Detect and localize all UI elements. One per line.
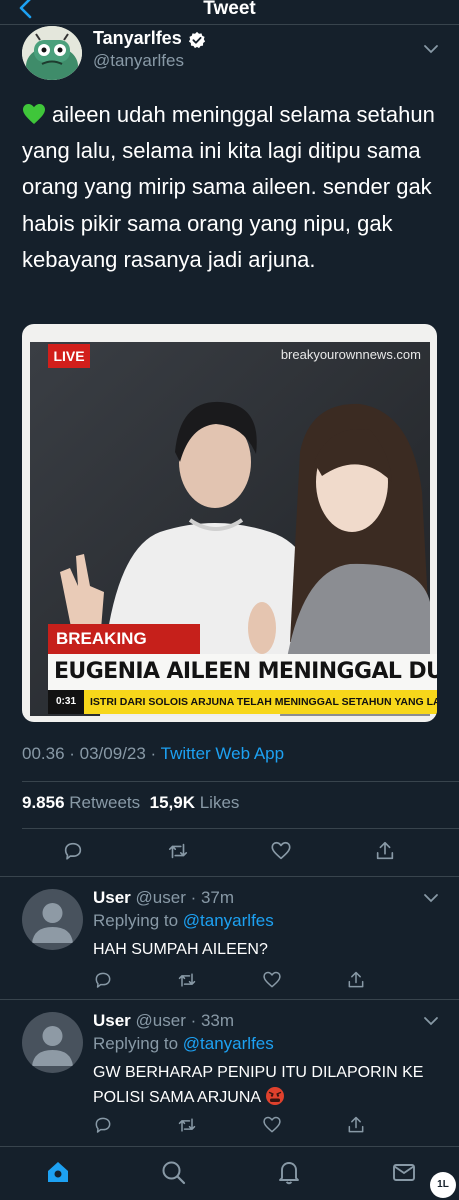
like-count[interactable]: 15,9K: [150, 793, 195, 812]
ticker-time: 0:31: [48, 690, 84, 714]
reply-icon[interactable]: [93, 970, 113, 990]
replying-prefix: Replying to: [93, 911, 179, 930]
tweet-time: 00.36 · 03/09/23 ·: [22, 744, 161, 763]
reply-handle-time: @user · 37m: [135, 888, 235, 907]
reply-avatar[interactable]: [22, 1012, 83, 1073]
news-headline: EUGENIA AILEEN MENINGGAL DUNIA: [48, 654, 437, 690]
retweet-label[interactable]: Retweets: [69, 793, 140, 812]
chevron-down-icon[interactable]: [423, 893, 439, 903]
replying-to-link[interactable]: @tanyarlfes: [183, 1034, 274, 1053]
angry-face-emoji: [265, 1087, 284, 1105]
verified-icon: [188, 31, 206, 49]
watermark-badge: 1L: [430, 1172, 456, 1198]
author-handle[interactable]: @tanyarlfes: [93, 51, 184, 71]
replying-to: Replying to @tanyarlfes: [93, 1034, 274, 1054]
reply-header: User @user · 37m: [93, 888, 234, 908]
replying-to-link[interactable]: @tanyarlfes: [183, 911, 274, 930]
reply-icon[interactable]: [62, 840, 84, 862]
search-icon[interactable]: [160, 1159, 186, 1185]
avatar-image: [22, 26, 82, 80]
reply-text-container: GW BERHARAP PENIPU ITU DILAPORIN KE POLI…: [93, 1060, 433, 1110]
bottom-tab-bar: [0, 1146, 459, 1200]
divider: [0, 24, 459, 25]
green-heart-emoji: [23, 104, 45, 124]
breaking-news-label: BREAKING NEWS: [48, 624, 200, 678]
replying-prefix: Replying to: [93, 1034, 179, 1053]
reply-handle-time: @user · 33m: [135, 1011, 235, 1030]
retweet-icon[interactable]: [177, 1115, 197, 1135]
tweet-text: aileen udah meninggal selama setahun yan…: [22, 102, 435, 272]
tweet-timestamp: 00.36 · 03/09/23 · Twitter Web App: [22, 744, 284, 764]
chevron-down-icon[interactable]: [423, 1016, 439, 1026]
home-icon[interactable]: [45, 1159, 71, 1185]
reply-author-name[interactable]: User: [93, 888, 131, 907]
top-bar: Tweet: [0, 0, 459, 24]
like-icon[interactable]: [262, 1115, 282, 1135]
tweet-body: aileen udah meninggal selama setahun yan…: [22, 97, 442, 278]
source-app-link[interactable]: Twitter Web App: [161, 744, 284, 763]
replying-to: Replying to @tanyarlfes: [93, 911, 274, 931]
notifications-icon[interactable]: [276, 1159, 302, 1185]
divider: [22, 781, 459, 782]
tweet-stats: 9.856 Retweets 15,9K Likes: [22, 793, 239, 813]
news-ticker: ISTRI DARI SOLOIS ARJUNA TELAH MENINGGAL…: [84, 690, 437, 714]
page-title: Tweet: [203, 0, 256, 19]
tweet-media-image[interactable]: LIVE breakyourownnews.com BREAKING NEWS …: [22, 324, 437, 722]
reply-avatar[interactable]: [22, 889, 83, 950]
like-icon[interactable]: [262, 970, 282, 990]
reply-text: HAH SUMPAH AILEEN?: [93, 941, 268, 958]
news-source: breakyourownnews.com: [280, 347, 421, 362]
like-label[interactable]: Likes: [200, 793, 240, 812]
author-avatar[interactable]: [22, 26, 82, 80]
reply-author-name[interactable]: User: [93, 1011, 131, 1030]
share-icon[interactable]: [346, 1115, 366, 1135]
author-name[interactable]: Tanyarlfes: [93, 28, 182, 49]
reply-text: GW BERHARAP PENIPU ITU DILAPORIN KE POLI…: [93, 1064, 424, 1106]
share-icon[interactable]: [346, 970, 366, 990]
divider: [0, 999, 459, 1000]
share-icon[interactable]: [374, 840, 396, 862]
chevron-down-icon[interactable]: [423, 44, 439, 54]
retweet-icon[interactable]: [177, 970, 197, 990]
divider: [0, 876, 459, 877]
reply-icon[interactable]: [93, 1115, 113, 1135]
retweet-count[interactable]: 9.856: [22, 793, 65, 812]
default-avatar-icon: [32, 1026, 73, 1066]
retweet-icon[interactable]: [167, 840, 189, 862]
default-avatar-icon: [32, 903, 73, 943]
messages-icon[interactable]: [391, 1159, 417, 1185]
like-icon[interactable]: [270, 840, 292, 862]
reply-header: User @user · 33m: [93, 1011, 234, 1031]
divider: [22, 828, 459, 829]
live-badge: LIVE: [48, 344, 90, 368]
